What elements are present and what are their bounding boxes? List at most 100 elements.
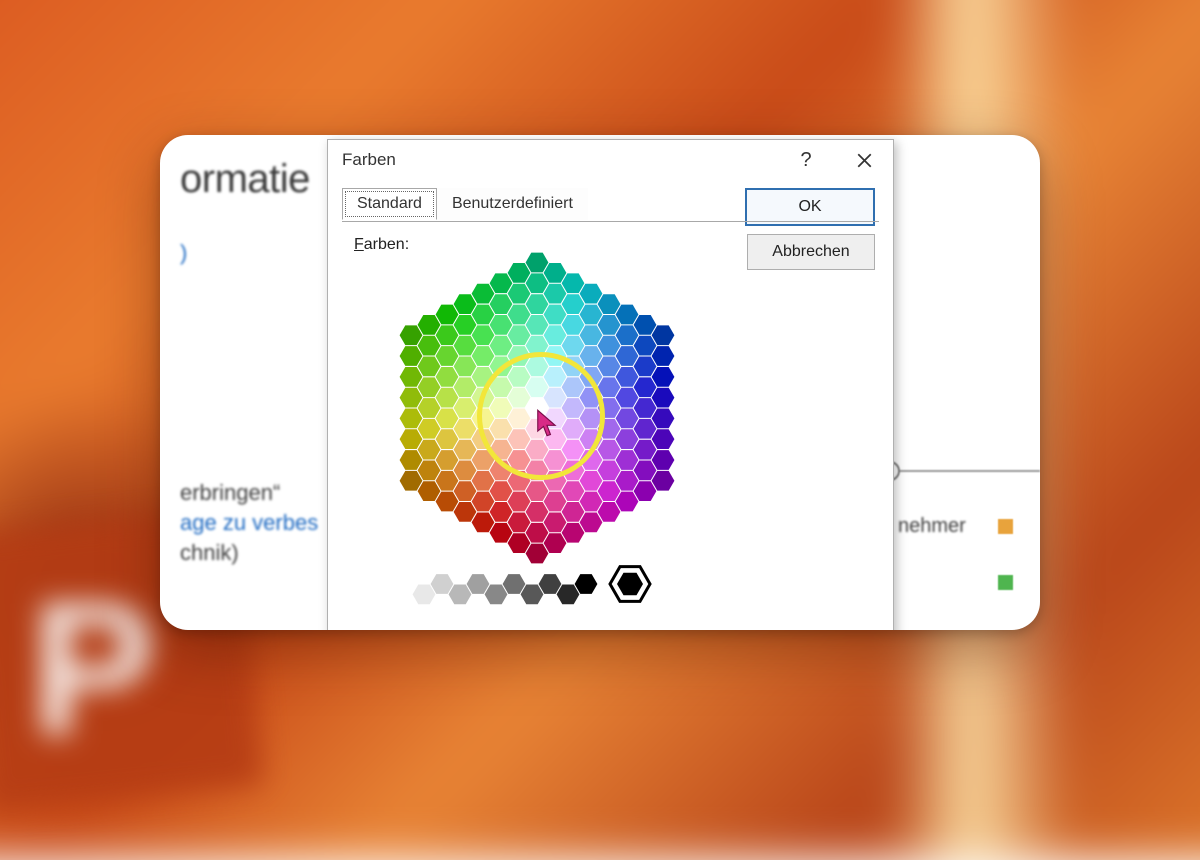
color-swatch[interactable] (508, 263, 531, 283)
color-swatch[interactable] (562, 377, 585, 397)
color-swatch[interactable] (526, 377, 549, 397)
color-swatch[interactable] (544, 305, 567, 325)
color-swatch[interactable] (616, 471, 639, 491)
color-swatch[interactable] (544, 450, 567, 470)
gray-swatch[interactable] (539, 574, 562, 594)
color-swatch[interactable] (454, 336, 477, 356)
color-swatch[interactable] (562, 357, 585, 377)
color-swatch[interactable] (634, 419, 657, 439)
color-swatch[interactable] (472, 284, 495, 304)
gray-swatch[interactable] (521, 585, 544, 605)
color-swatch[interactable] (652, 409, 675, 429)
color-swatch[interactable] (634, 398, 657, 418)
color-swatch[interactable] (616, 367, 639, 387)
color-swatch[interactable] (580, 450, 603, 470)
color-swatch[interactable] (472, 512, 495, 532)
color-swatch[interactable] (454, 460, 477, 480)
color-swatch[interactable] (490, 273, 513, 293)
color-swatch[interactable] (472, 492, 495, 512)
color-swatch[interactable] (634, 481, 657, 501)
color-swatch[interactable] (526, 481, 549, 501)
color-swatch[interactable] (508, 409, 531, 429)
color-swatch[interactable] (454, 294, 477, 314)
color-swatch[interactable] (598, 398, 621, 418)
color-swatch[interactable] (508, 284, 531, 304)
color-swatch[interactable] (634, 336, 657, 356)
color-swatch[interactable] (562, 336, 585, 356)
color-swatch[interactable] (472, 346, 495, 366)
color-swatch[interactable] (454, 481, 477, 501)
color-swatch[interactable] (580, 471, 603, 491)
color-swatch[interactable] (544, 533, 567, 553)
tab-standard[interactable]: Standard (342, 188, 437, 220)
color-swatch[interactable] (562, 294, 585, 314)
color-swatch[interactable] (598, 419, 621, 439)
color-swatch[interactable] (652, 388, 675, 408)
color-swatch[interactable] (526, 398, 549, 418)
gray-swatch[interactable] (467, 574, 490, 594)
color-swatch[interactable] (562, 523, 585, 543)
color-swatch[interactable] (454, 440, 477, 460)
color-swatch[interactable] (634, 315, 657, 335)
color-swatch[interactable] (562, 481, 585, 501)
color-swatch[interactable] (634, 440, 657, 460)
color-swatch[interactable] (580, 367, 603, 387)
color-swatch[interactable] (400, 346, 423, 366)
color-swatch[interactable] (544, 471, 567, 491)
color-swatch[interactable] (616, 429, 639, 449)
color-swatch[interactable] (652, 325, 675, 345)
color-swatch[interactable] (616, 305, 639, 325)
color-swatch[interactable] (400, 471, 423, 491)
color-swatch[interactable] (526, 336, 549, 356)
color-swatch[interactable] (400, 450, 423, 470)
color-swatch[interactable] (508, 450, 531, 470)
color-swatch[interactable] (400, 409, 423, 429)
color-swatch[interactable] (616, 409, 639, 429)
color-swatch[interactable] (472, 325, 495, 345)
color-swatch[interactable] (526, 419, 549, 439)
color-swatch[interactable] (580, 284, 603, 304)
color-swatch[interactable] (472, 409, 495, 429)
color-swatch[interactable] (616, 450, 639, 470)
color-swatch[interactable] (418, 357, 441, 377)
color-swatch[interactable] (634, 377, 657, 397)
color-swatch[interactable] (490, 336, 513, 356)
color-swatch[interactable] (526, 440, 549, 460)
color-swatch[interactable] (598, 315, 621, 335)
color-swatch[interactable] (418, 460, 441, 480)
color-swatch[interactable] (598, 336, 621, 356)
color-swatch[interactable] (526, 273, 549, 293)
tab-custom[interactable]: Benutzerdefiniert (437, 188, 588, 220)
color-swatch[interactable] (544, 409, 567, 429)
color-swatch[interactable] (526, 523, 549, 543)
color-swatch[interactable] (544, 492, 567, 512)
color-swatch[interactable] (472, 450, 495, 470)
color-swatch[interactable] (652, 346, 675, 366)
color-swatch[interactable] (580, 325, 603, 345)
color-swatch[interactable] (562, 398, 585, 418)
color-swatch[interactable] (544, 367, 567, 387)
color-hexagon[interactable] (382, 268, 692, 548)
color-swatch[interactable] (490, 315, 513, 335)
color-swatch[interactable] (580, 492, 603, 512)
color-swatch[interactable] (526, 315, 549, 335)
color-swatch[interactable] (418, 336, 441, 356)
color-swatch[interactable] (544, 284, 567, 304)
color-swatch[interactable] (580, 512, 603, 532)
color-swatch[interactable] (580, 346, 603, 366)
color-swatch[interactable] (508, 346, 531, 366)
color-swatch[interactable] (436, 305, 459, 325)
color-swatch[interactable] (454, 502, 477, 522)
color-swatch[interactable] (454, 398, 477, 418)
color-swatch[interactable] (490, 294, 513, 314)
color-swatch[interactable] (454, 419, 477, 439)
color-swatch[interactable] (418, 440, 441, 460)
color-swatch[interactable] (508, 325, 531, 345)
color-swatch[interactable] (526, 502, 549, 522)
color-swatch[interactable] (580, 388, 603, 408)
color-swatch[interactable] (472, 429, 495, 449)
gray-swatch[interactable] (449, 585, 472, 605)
color-swatch[interactable] (490, 377, 513, 397)
color-swatch[interactable] (490, 357, 513, 377)
color-swatch[interactable] (598, 440, 621, 460)
